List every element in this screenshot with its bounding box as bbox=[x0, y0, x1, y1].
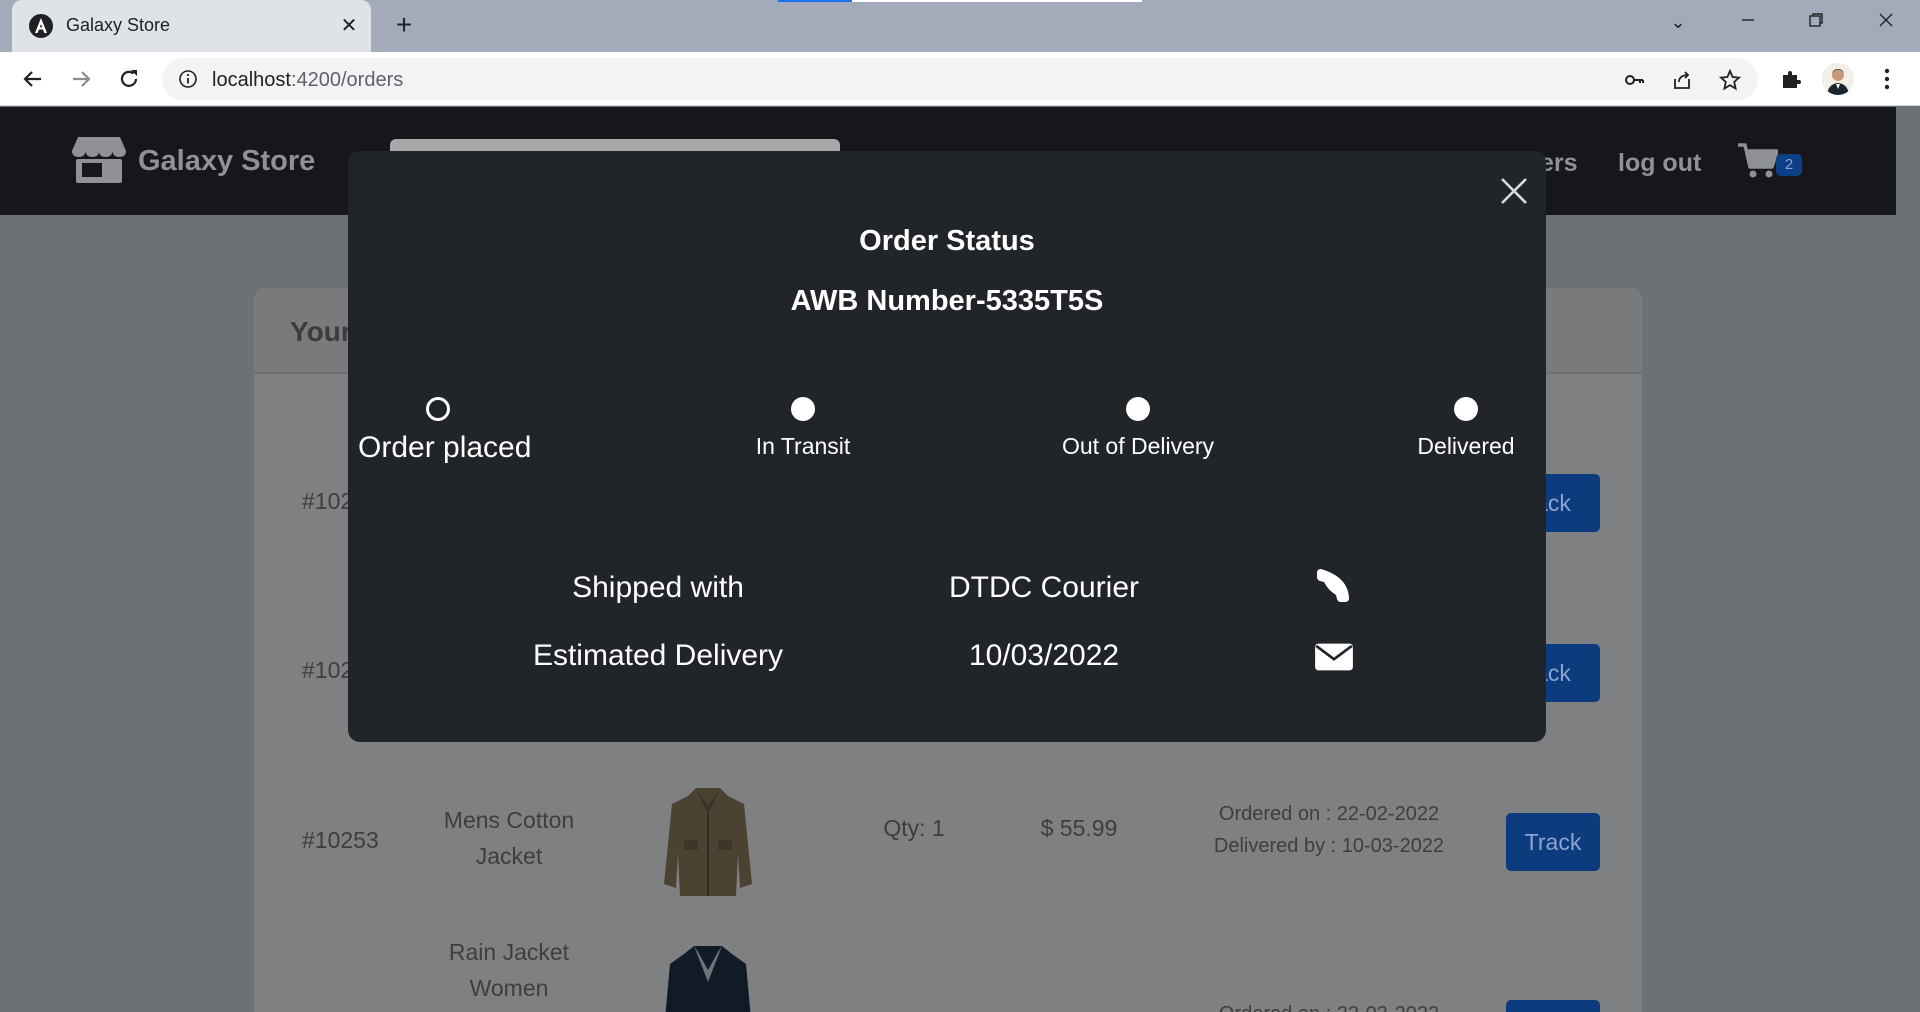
key-icon[interactable] bbox=[1622, 68, 1646, 92]
ordered-on-text: Ordered on : 22-02-2022 bbox=[1218, 803, 1440, 825]
reload-icon bbox=[120, 70, 138, 87]
step-dot-current bbox=[426, 397, 450, 421]
tab-close-icon[interactable]: ✕ bbox=[336, 13, 362, 39]
phone-icon[interactable] bbox=[1312, 567, 1352, 603]
extensions-puzzle-icon[interactable] bbox=[1776, 64, 1806, 94]
arrow-right-icon bbox=[73, 71, 91, 87]
nav-logout-link[interactable]: log out bbox=[1618, 149, 1701, 178]
product-image bbox=[664, 788, 752, 896]
awb-number: AWB Number-5335T5S bbox=[790, 285, 1104, 317]
step-label: Order placed bbox=[358, 431, 532, 464]
order-dates: Ordered on : 22-02-2022 Delivered by : 1… bbox=[1184, 798, 1474, 862]
new-tab-button[interactable]: + bbox=[388, 10, 420, 42]
ordered-on-text: Ordered on : 22-03-2022 bbox=[1184, 998, 1474, 1012]
cart-count-badge: 2 bbox=[1776, 154, 1802, 176]
product-name: Rain Jacket Women bbox=[448, 939, 570, 1001]
step-label: Out of Delivery bbox=[1061, 433, 1215, 459]
step-dot bbox=[1454, 397, 1478, 421]
share-icon[interactable] bbox=[1670, 68, 1694, 92]
step-label: Delivered bbox=[1417, 433, 1515, 459]
site-info-icon[interactable] bbox=[178, 69, 198, 89]
step-delivered: Delivered bbox=[1396, 397, 1536, 460]
order-id: #10253 bbox=[302, 827, 379, 853]
arrow-left-icon bbox=[23, 71, 41, 87]
browser-tabstrip: Galaxy Store ✕ + ⌄ bbox=[0, 0, 1920, 52]
step-order-placed: Order placed bbox=[358, 397, 532, 465]
delivered-by-text: Delivered by : 10-03-2022 bbox=[1213, 835, 1445, 857]
cart-icon[interactable] bbox=[1738, 143, 1778, 179]
product-image bbox=[665, 946, 751, 1012]
url-text[interactable]: localhost:4200/orders bbox=[212, 69, 403, 92]
bookmark-star-icon[interactable] bbox=[1718, 68, 1742, 92]
tab-search-chevron-icon[interactable]: ⌄ bbox=[1658, 10, 1698, 34]
courier-name: DTDC Courier bbox=[948, 571, 1140, 604]
back-button[interactable] bbox=[16, 62, 50, 96]
order-status-modal: Order Status AWB Number-5335T5S Order pl… bbox=[348, 151, 1546, 742]
step-dot bbox=[1126, 397, 1150, 421]
close-window-button[interactable] bbox=[1866, 10, 1906, 34]
modal-title: Order Status bbox=[859, 225, 1035, 257]
brand-name[interactable]: Galaxy Store bbox=[138, 145, 315, 178]
estimated-delivery-label: Estimated Delivery bbox=[532, 639, 784, 672]
shipped-with-label: Shipped with bbox=[572, 571, 744, 604]
order-id: #102 bbox=[302, 488, 354, 514]
order-id: #102 bbox=[302, 657, 354, 683]
restore-button[interactable] bbox=[1796, 10, 1836, 34]
address-bar[interactable]: localhost:4200/orders bbox=[162, 58, 1758, 100]
store-icon bbox=[72, 137, 126, 183]
profile-avatar[interactable] bbox=[1822, 63, 1854, 95]
track-button[interactable] bbox=[1506, 1000, 1600, 1012]
minimize-button[interactable] bbox=[1728, 10, 1768, 34]
close-icon[interactable] bbox=[1494, 171, 1534, 211]
tab-title: Galaxy Store bbox=[66, 15, 171, 35]
step-label: In Transit bbox=[755, 433, 851, 459]
order-qty: Qty: 1 bbox=[883, 815, 945, 841]
browser-tab[interactable]: Galaxy Store ✕ bbox=[12, 0, 371, 52]
estimated-delivery-date: 10/03/2022 bbox=[968, 639, 1120, 672]
order-price: $ 55.99 bbox=[1040, 815, 1118, 841]
product-name: Mens Cotton Jacket bbox=[443, 807, 575, 869]
track-button[interactable]: Track bbox=[1506, 813, 1600, 871]
orders-title: Your bbox=[290, 316, 352, 347]
page-loading-bar bbox=[778, 0, 1142, 2]
forward-button[interactable] bbox=[64, 62, 98, 96]
reload-button[interactable] bbox=[112, 62, 146, 96]
step-out-of-delivery: Out of Delivery bbox=[1038, 397, 1238, 460]
step-dot bbox=[791, 397, 815, 421]
browser-menu-icon[interactable] bbox=[1872, 64, 1902, 94]
envelope-icon[interactable] bbox=[1314, 639, 1354, 675]
angular-favicon-icon bbox=[29, 14, 53, 38]
browser-toolbar: localhost:4200/orders bbox=[0, 52, 1920, 106]
step-in-transit: In Transit bbox=[728, 397, 878, 460]
